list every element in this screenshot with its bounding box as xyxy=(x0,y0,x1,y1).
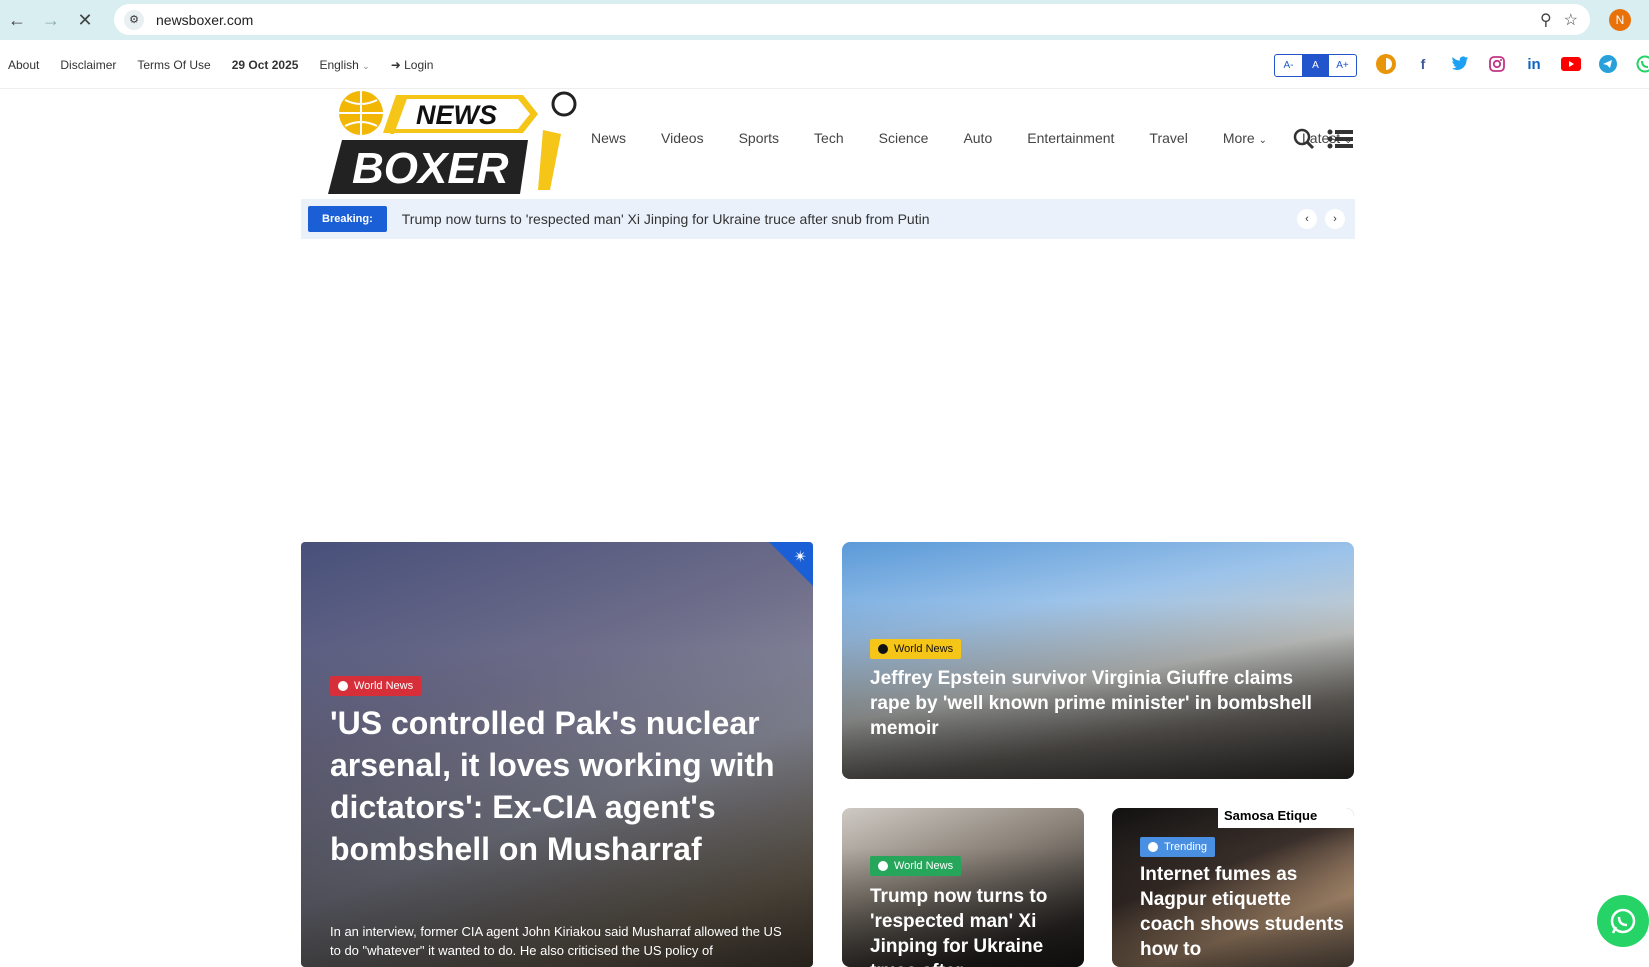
dot-icon xyxy=(1148,842,1158,852)
category-badge[interactable]: Trending xyxy=(1140,837,1216,857)
current-date: 29 Oct 2025 xyxy=(231,57,299,72)
breaking-label: Breaking: xyxy=(308,206,387,232)
article-card[interactable]: World News Trump now turns to 'respected… xyxy=(842,808,1084,967)
nav-entertainment[interactable]: Entertainment xyxy=(1027,130,1114,146)
disclaimer-link[interactable]: Disclaimer xyxy=(60,58,116,72)
chevron-down-icon: ⌄ xyxy=(1258,135,1267,146)
ticker-prev-button[interactable]: ‹ xyxy=(1297,209,1317,229)
login-label: Login xyxy=(404,57,434,72)
image-caption-text: Samosa Etique xyxy=(1218,808,1354,828)
ticker-next-button[interactable]: › xyxy=(1325,209,1345,229)
nav-science[interactable]: Science xyxy=(879,130,929,146)
article-title[interactable]: Trump now turns to 'respected man' Xi Ji… xyxy=(870,884,1080,967)
category-badge[interactable]: World News xyxy=(870,856,962,876)
category-badge[interactable]: World News xyxy=(870,639,962,659)
article-card[interactable]: World News Jeffrey Epstein survivor Virg… xyxy=(842,542,1354,779)
font-default-button[interactable]: A xyxy=(1302,55,1329,76)
nav-news[interactable]: News xyxy=(591,130,626,146)
category-label: World News xyxy=(894,643,954,655)
article-title[interactable]: Jeffrey Epstein survivor Virginia Giuffr… xyxy=(870,666,1330,741)
featured-article-card[interactable]: ✴ World News 'US controlled Pak's nuclea… xyxy=(301,542,813,967)
whatsapp-float-button[interactable] xyxy=(1597,895,1649,947)
nav-travel[interactable]: Travel xyxy=(1149,130,1187,146)
nav-more[interactable]: More ⌄ xyxy=(1223,130,1267,146)
whatsapp-icon xyxy=(1610,908,1636,934)
nav-tools xyxy=(1293,128,1353,155)
telegram-icon[interactable] xyxy=(1597,53,1619,75)
font-increase-button[interactable]: A+ xyxy=(1329,55,1356,76)
forward-icon[interactable]: → xyxy=(34,3,68,37)
category-label: World News xyxy=(354,680,414,692)
category-badge[interactable]: World News xyxy=(330,676,422,696)
stop-loading-icon[interactable]: ✕ xyxy=(68,3,102,37)
language-select[interactable]: English ⌄ xyxy=(319,58,369,72)
category-label: Trending xyxy=(1164,841,1208,853)
nav-videos[interactable]: Videos xyxy=(661,130,704,146)
login-link[interactable]: ➜ Login xyxy=(391,58,434,72)
menu-list-icon[interactable] xyxy=(1327,128,1353,155)
whatsapp-icon[interactable] xyxy=(1634,53,1649,75)
bookmark-star-icon[interactable]: ☆ xyxy=(1564,10,1578,30)
site-info-icon[interactable]: ⚙ xyxy=(124,9,144,30)
social-links: f in xyxy=(1375,53,1649,75)
twitter-icon[interactable] xyxy=(1449,53,1471,75)
browser-toolbar: ← → ✕ ⚙ newsboxer.com ⚲ ☆ N xyxy=(0,0,1649,40)
address-bar[interactable]: ⚙ newsboxer.com ⚲ ☆ xyxy=(114,4,1590,35)
profile-avatar[interactable]: N xyxy=(1609,9,1631,31)
login-icon: ➜ xyxy=(390,57,401,72)
nav-sports[interactable]: Sports xyxy=(739,130,779,146)
dot-icon xyxy=(878,644,888,654)
instagram-icon[interactable] xyxy=(1486,53,1508,75)
dot-icon xyxy=(878,861,888,871)
logo-boxer-text: BOXER xyxy=(352,144,509,193)
article-card[interactable]: Samosa Etique Trending Internet fumes as… xyxy=(1112,808,1354,967)
article-title[interactable]: Internet fumes as Nagpur etiquette coach… xyxy=(1140,862,1350,962)
facebook-icon[interactable]: f xyxy=(1412,53,1434,75)
site-logo[interactable]: NEWS BOXER xyxy=(328,90,578,196)
main-nav: News Videos Sports Tech Science Auto Ent… xyxy=(591,130,1352,146)
font-size-switcher: A- A A+ xyxy=(1274,54,1357,77)
about-link[interactable]: About xyxy=(8,58,39,72)
nav-auto[interactable]: Auto xyxy=(963,130,992,146)
category-label: World News xyxy=(894,860,954,872)
logo-news-text: NEWS xyxy=(416,100,497,130)
breaking-headline[interactable]: Trump now turns to 'respected man' Xi Ji… xyxy=(402,211,930,227)
language-label: English xyxy=(319,57,359,72)
terms-link[interactable]: Terms Of Use xyxy=(137,58,210,72)
search-icon[interactable] xyxy=(1293,128,1315,155)
zoom-icon[interactable]: ⚲ xyxy=(1540,10,1552,30)
youtube-icon[interactable] xyxy=(1560,53,1582,75)
linkedin-icon[interactable]: in xyxy=(1523,53,1545,75)
article-title[interactable]: 'US controlled Pak's nuclear arsenal, it… xyxy=(330,702,790,870)
top-bar: About Disclaimer Terms Of Use 29 Oct 202… xyxy=(0,41,1649,89)
url-text[interactable]: newsboxer.com xyxy=(156,12,253,28)
dot-icon xyxy=(338,681,348,691)
nav-more-label: More xyxy=(1222,130,1255,146)
pin-icon: ✴ xyxy=(793,549,807,566)
dark-mode-icon[interactable] xyxy=(1375,53,1397,75)
chevron-down-icon: ⌄ xyxy=(362,60,370,71)
article-excerpt: In an interview, former CIA agent John K… xyxy=(330,924,782,958)
back-icon[interactable]: ← xyxy=(0,3,34,37)
font-decrease-button[interactable]: A- xyxy=(1275,55,1302,76)
nav-tech[interactable]: Tech xyxy=(814,130,844,146)
breaking-news-ticker: Breaking: Trump now turns to 'respected … xyxy=(301,199,1355,239)
